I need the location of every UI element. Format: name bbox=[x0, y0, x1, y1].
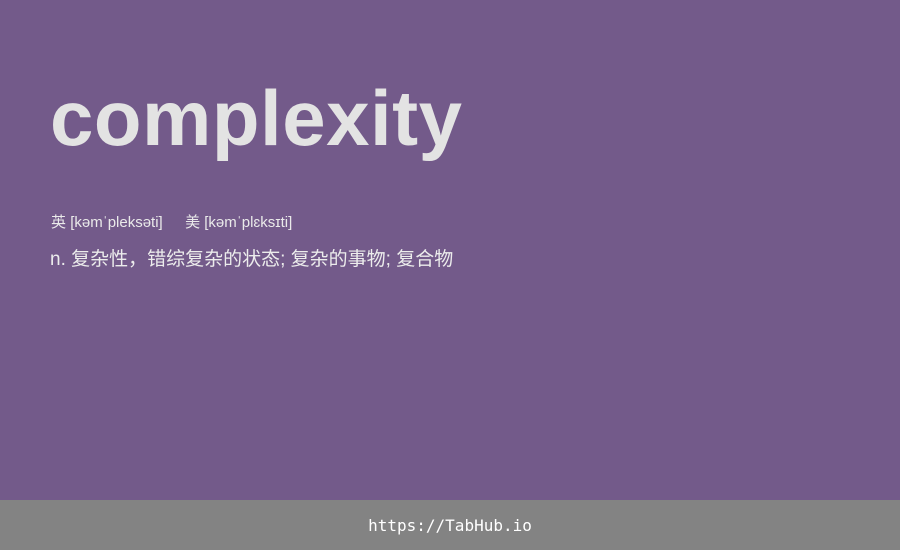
word-card: complexity 英 [kəmˈpleksəti] 美 [kəmˈplɛks… bbox=[0, 0, 900, 500]
us-pronunciation: [kəmˈplɛksɪti] bbox=[204, 214, 293, 231]
phonetics-row: 英 [kəmˈpleksəti] 美 [kəmˈplɛksɪti] bbox=[51, 212, 292, 234]
headword: complexity bbox=[50, 74, 463, 162]
uk-label: 英 bbox=[51, 214, 67, 231]
us-label: 美 bbox=[185, 214, 201, 231]
definition-text: n. 复杂性，错综复杂的状态; 复杂的事物; 复合物 bbox=[50, 249, 454, 270]
uk-pronunciation: [kəmˈpleksəti] bbox=[70, 214, 163, 231]
footer-bar: https://TabHub.io bbox=[0, 500, 900, 550]
tabhub-link[interactable]: https://TabHub.io bbox=[368, 516, 532, 535]
